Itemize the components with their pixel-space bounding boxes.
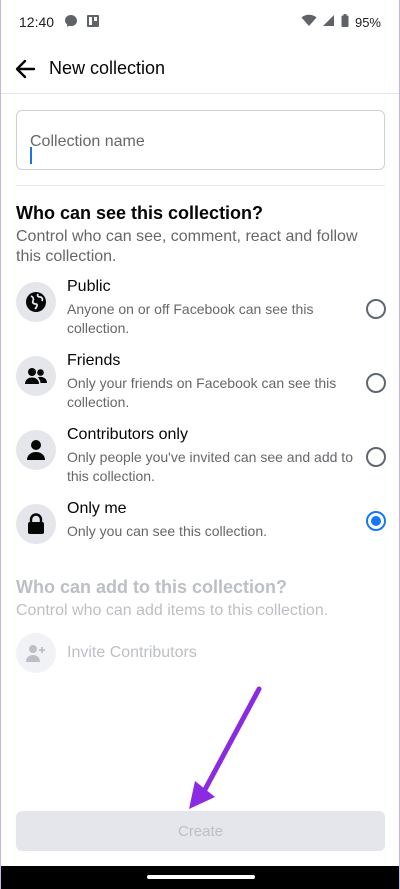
radio-public[interactable] [366, 299, 386, 319]
wifi-icon [301, 14, 317, 30]
invite-contributors-button[interactable]: Invite Contributors [16, 633, 316, 673]
create-button-label: Create [177, 822, 224, 840]
messenger-icon [64, 14, 78, 31]
option-description: Only your friends on Facebook can see th… [67, 375, 337, 410]
collection-name-placeholder: Collection name [30, 133, 145, 150]
friends-icon [16, 356, 56, 396]
visibility-option-contributors-only[interactable]: Contributors only Only people you've inv… [16, 426, 386, 492]
system-navigation-bar [1, 866, 399, 889]
person-icon [16, 430, 56, 470]
radio-only-me[interactable] [366, 511, 386, 531]
back-arrow-icon[interactable] [13, 57, 37, 81]
photo-icon [86, 14, 100, 31]
visibility-section-subtitle: Control who can see, comment, react and … [16, 228, 358, 265]
contributors-section-title: Who can add to this collection? [16, 577, 288, 597]
visibility-option-only-me[interactable]: Only me Only you can see this collection… [16, 500, 386, 566]
radio-contributors-only[interactable] [366, 447, 386, 467]
option-description: Only people you've invited can see and a… [67, 449, 353, 484]
radio-friends[interactable] [366, 373, 386, 393]
text-cursor [30, 147, 32, 164]
option-title: Public [67, 278, 111, 295]
status-bar: 12:40 95% [1, 0, 399, 44]
option-description: Anyone on or off Facebook can see this c… [67, 301, 314, 336]
divider [16, 185, 385, 186]
home-indicator[interactable] [147, 875, 255, 879]
option-description: Only you can see this collection. [67, 523, 267, 539]
invite-contributors-label: Invite Contributors [67, 644, 197, 661]
app-screen: 12:40 95% New collection Collection name… [0, 0, 400, 889]
battery-percent: 95% [354, 14, 381, 30]
status-time: 12:40 [19, 14, 55, 30]
signal-icon [322, 14, 335, 30]
create-button[interactable]: Create [16, 811, 385, 851]
visibility-option-public[interactable]: Public Anyone on or off Facebook can see… [16, 278, 386, 344]
visibility-section-title: Who can see this collection? [16, 203, 264, 223]
option-title: Only me [67, 500, 127, 517]
page-title: New collection [49, 58, 166, 78]
add-person-icon [16, 633, 56, 673]
visibility-option-friends[interactable]: Friends Only your friends on Facebook ca… [16, 352, 386, 418]
lock-icon [16, 504, 56, 544]
annotation-arrow-icon [189, 686, 262, 809]
option-title: Friends [67, 352, 121, 369]
option-title: Contributors only [67, 426, 188, 443]
battery-icon [341, 14, 349, 30]
collection-name-input[interactable]: Collection name [16, 110, 385, 170]
globe-icon [16, 282, 56, 322]
top-app-bar: New collection [1, 44, 399, 94]
contributors-section-subtitle: Control who can add items to this collec… [16, 602, 329, 619]
